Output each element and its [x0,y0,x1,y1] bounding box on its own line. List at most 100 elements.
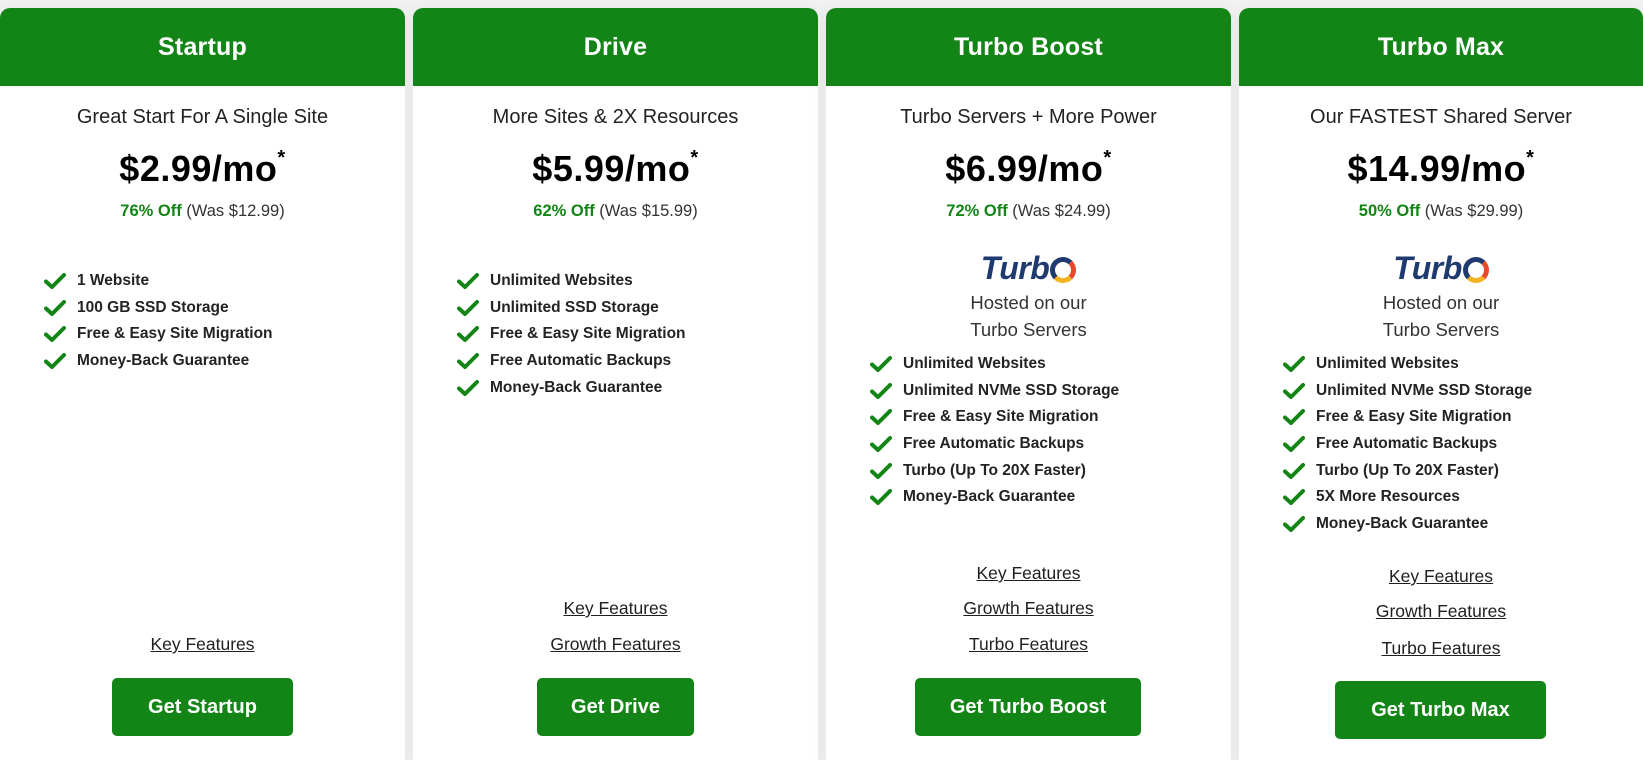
feature-label: Money-Back Guarantee [490,378,663,396]
hosted-line-1: Hosted on our [970,292,1087,313]
feature-item: Unlimited Websites [1283,351,1532,378]
price-value: $14.99/mo [1347,148,1527,189]
feature-label: Free Automatic Backups [1316,435,1498,453]
feature-label: Unlimited SSD Storage [490,298,659,316]
feature-label: Unlimited Websites [903,355,1046,373]
original-price: (Was $15.99) [599,202,698,220]
hosted-line-2: Turbo Servers [970,319,1087,340]
check-icon [1283,515,1305,532]
hosted-line-1: Hosted on our [1382,292,1500,313]
check-icon [44,299,66,316]
feature-item: Turbo (Up To 20X Faster) [870,457,1119,484]
feature-label: Unlimited NVMe SSD Storage [903,381,1120,399]
feature-label: Free & Easy Site Migration [77,325,273,343]
plan-header: Drive [413,8,818,86]
growth-features-link[interactable]: Growth Features [1376,601,1506,621]
feature-item: Free Automatic Backups [1283,431,1532,458]
check-icon [457,379,479,396]
feature-item: Unlimited Websites [870,351,1119,378]
check-icon [1283,409,1305,426]
turbo-logo-text: Turb [980,250,1050,286]
hosted-line-2: Turbo Servers [1382,319,1500,340]
feature-item: Money-Back Guarantee [870,484,1119,511]
feature-item: 100 GB SSD Storage [44,295,273,322]
check-icon [1283,462,1305,479]
original-price: (Was $29.99) [1424,202,1524,220]
plan-price: $6.99/mo* [826,147,1231,190]
plan-discount: 50% Off (Was $29.99) [1239,202,1643,221]
feature-label: Free & Easy Site Migration [903,408,1099,426]
plan-name: Turbo Boost [954,32,1103,61]
get-turbo-boost-button[interactable]: Get Turbo Boost [915,678,1141,736]
check-icon [1283,436,1305,453]
check-icon [44,353,66,370]
price-asterisk: * [1103,147,1112,169]
plan-card-drive: Drive More Sites & 2X Resources $5.99/mo… [413,8,818,760]
discount-percent: 62% Off [533,202,595,220]
check-icon [44,273,66,290]
plan-price: $2.99/mo* [0,147,405,190]
price-value: $6.99/mo [945,148,1104,189]
feature-list: Unlimited Websites Unlimited NVMe SSD St… [1283,351,1532,537]
check-icon [1283,356,1305,373]
get-turbo-max-button[interactable]: Get Turbo Max [1335,681,1546,739]
price-asterisk: * [690,147,699,169]
feature-item: 5X More Resources [1283,484,1532,511]
plan-name: Startup [158,32,247,61]
turbo-speedometer-icon [1050,257,1077,283]
check-icon [457,353,479,370]
feature-item: Free & Easy Site Migration [457,321,686,348]
check-icon [870,436,892,453]
feature-label: Unlimited Websites [1316,355,1459,373]
turbo-logo: Turb [1239,250,1643,286]
get-startup-button[interactable]: Get Startup [112,678,293,736]
key-features-link[interactable]: Key Features [976,563,1080,583]
feature-label: Unlimited NVMe SSD Storage [1316,381,1533,399]
feature-item: 1 Website [44,268,273,295]
plan-discount: 72% Off (Was $24.99) [826,202,1231,221]
feature-label: Unlimited Websites [490,272,633,290]
check-icon [457,326,479,343]
original-price: (Was $24.99) [1012,202,1111,220]
growth-features-link[interactable]: Growth Features [550,634,680,654]
feature-label: Free Automatic Backups [903,435,1085,453]
get-drive-button[interactable]: Get Drive [537,678,694,736]
price-asterisk: * [1526,147,1535,169]
check-icon [870,462,892,479]
plan-card-startup: Startup Great Start For A Single Site $2… [0,8,405,760]
feature-item: Unlimited NVMe SSD Storage [1283,378,1532,405]
original-price: (Was $12.99) [186,202,285,220]
feature-item: Free Automatic Backups [457,348,686,375]
turbo-features-link[interactable]: Turbo Features [969,634,1088,654]
plan-tagline: More Sites & 2X Resources [492,106,739,128]
feature-label: Turbo (Up To 20X Faster) [1316,461,1499,479]
key-features-link[interactable]: Key Features [150,634,254,654]
check-icon [870,382,892,399]
feature-label: 1 Website [77,272,150,290]
check-icon [1283,382,1305,399]
feature-label: Free Automatic Backups [490,352,672,370]
feature-label: Money-Back Guarantee [903,488,1076,506]
key-features-link[interactable]: Key Features [563,598,667,618]
price-value: $5.99/mo [532,148,691,189]
price-asterisk: * [277,147,286,169]
turbo-speedometer-icon [1462,257,1489,283]
plan-discount: 76% Off (Was $12.99) [0,202,405,221]
turbo-features-link[interactable]: Turbo Features [1382,638,1501,658]
plan-price: $5.99/mo* [413,147,818,190]
discount-percent: 76% Off [120,202,182,220]
plan-discount: 62% Off (Was $15.99) [413,202,818,221]
check-icon [44,326,66,343]
check-icon [870,409,892,426]
check-icon [870,356,892,373]
growth-features-link[interactable]: Growth Features [963,598,1093,618]
feature-item: Unlimited Websites [457,268,686,295]
plan-header: Turbo Max [1239,8,1643,86]
check-icon [457,273,479,290]
discount-percent: 50% Off [1358,202,1421,220]
feature-item: Turbo (Up To 20X Faster) [1283,457,1532,484]
feature-label: Money-Back Guarantee [1316,514,1489,532]
feature-label: Turbo (Up To 20X Faster) [903,461,1086,479]
key-features-link[interactable]: Key Features [1389,566,1493,586]
plan-tagline: Great Start For A Single Site [76,106,329,128]
